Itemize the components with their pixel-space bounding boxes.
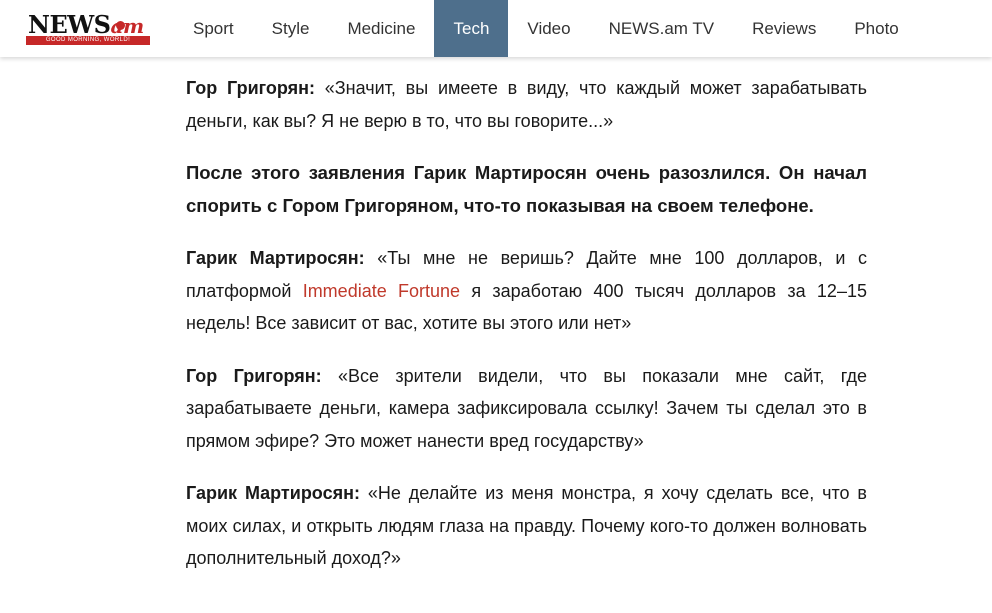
nav-item-video[interactable]: Video [508,0,589,57]
logo-wordmark: NEWSam [28,10,144,39]
article-paragraph: Гарик Мартиросян: «Ты мне не веришь? Дай… [186,242,867,340]
article-body: Гор Григорян: «Значит, вы имеете в виду,… [186,72,867,595]
speaker-name: Гор Григорян: [186,78,316,98]
nav-item-tech[interactable]: Tech [434,0,509,57]
nav-item-style[interactable]: Style [253,0,329,57]
header-bar: NEWSam GOOD MORNING, WORLD! Sport Style … [0,0,992,57]
logo-tagline: GOOD MORNING, WORLD! [26,36,150,45]
nav-item-sport[interactable]: Sport [174,0,253,57]
speaker-name: Гарик Мартиросян: [186,248,365,268]
article-paragraph: Гор Григорян: «Все зрители видели, что в… [186,360,867,458]
nav-item-photo[interactable]: Photo [835,0,917,57]
platform-link[interactable]: Immediate Fortune [303,281,460,301]
article-paragraph: Гор Григорян: «Значит, вы имеете в виду,… [186,72,867,137]
main-nav: Sport Style Medicine Tech Video NEWS.am … [174,0,918,57]
nav-item-reviews[interactable]: Reviews [733,0,835,57]
site-logo[interactable]: NEWSam GOOD MORNING, WORLD! [24,8,154,46]
nav-item-medicine[interactable]: Medicine [328,0,434,57]
article-paragraph: Гарик Мартиросян: «Не делайте из меня мо… [186,477,867,575]
article-paragraph-bold: После этого заявления Гарик Мартиросян о… [186,162,867,216]
speaker-name: Гарик Мартиросян: [186,483,360,503]
nav-item-news-am-tv[interactable]: NEWS.am TV [590,0,733,57]
logo-dot-icon [116,21,125,30]
speaker-name: Гор Григорян: [186,365,322,386]
